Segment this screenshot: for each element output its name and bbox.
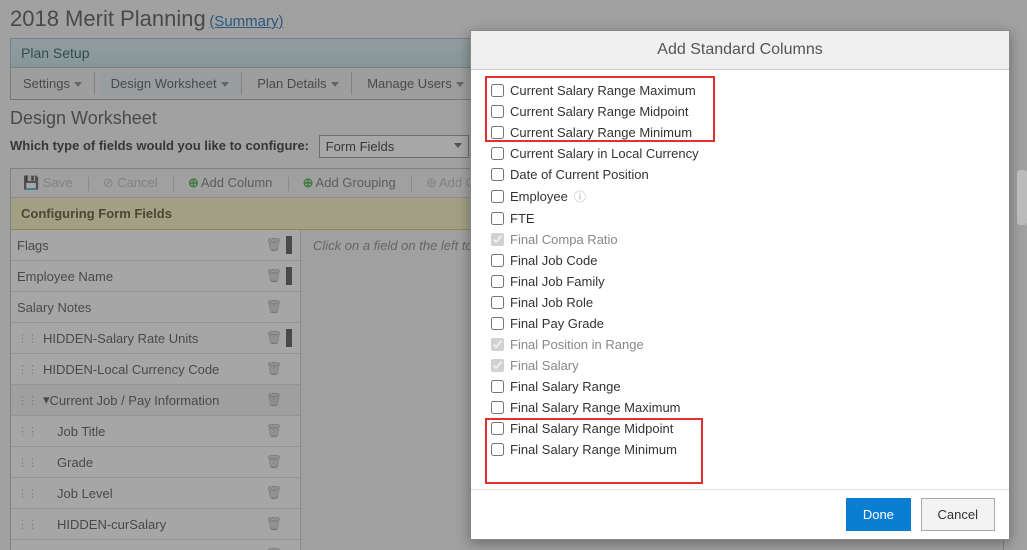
column-option[interactable]: Date of Current Position xyxy=(491,164,989,185)
column-label: Final Pay Grade xyxy=(510,316,604,331)
column-option[interactable]: Current Salary Range Midpoint xyxy=(491,101,989,122)
column-option[interactable]: Employee ⓘ xyxy=(491,185,989,208)
column-label: Final Salary xyxy=(510,358,579,373)
column-option[interactable]: Final Salary Range Minimum xyxy=(491,439,989,460)
column-checkbox[interactable] xyxy=(491,443,504,456)
column-checkbox[interactable] xyxy=(491,275,504,288)
column-checkbox[interactable] xyxy=(491,105,504,118)
column-label: FTE xyxy=(510,211,535,226)
column-checkbox[interactable] xyxy=(491,168,504,181)
dialog-title: Add Standard Columns xyxy=(471,31,1009,70)
done-button[interactable]: Done xyxy=(846,498,911,531)
column-checkbox[interactable] xyxy=(491,190,504,203)
column-option[interactable]: Final Position in Range xyxy=(491,334,989,355)
column-checkbox xyxy=(491,359,504,372)
column-option[interactable]: Current Salary Range Minimum xyxy=(491,122,989,143)
column-label: Final Job Family xyxy=(510,274,605,289)
columns-list: Current Salary Range Maximum Current Sala… xyxy=(491,80,989,460)
dialog-footer: Done Cancel xyxy=(471,489,1009,539)
cancel-dialog-button[interactable]: Cancel xyxy=(921,498,995,531)
column-checkbox[interactable] xyxy=(491,317,504,330)
column-label: Date of Current Position xyxy=(510,167,649,182)
column-option[interactable]: Final Salary Range Maximum xyxy=(491,397,989,418)
column-checkbox[interactable] xyxy=(491,296,504,309)
column-option[interactable]: Final Job Family xyxy=(491,271,989,292)
column-label: Final Salary Range Minimum xyxy=(510,442,677,457)
column-label: Final Job Code xyxy=(510,253,597,268)
column-checkbox[interactable] xyxy=(491,84,504,97)
column-label: Final Position in Range xyxy=(510,337,644,352)
column-checkbox[interactable] xyxy=(491,254,504,267)
column-option[interactable]: Final Salary xyxy=(491,355,989,376)
column-option[interactable]: Final Compa Ratio xyxy=(491,229,989,250)
column-checkbox xyxy=(491,338,504,351)
column-label: Employee xyxy=(510,189,568,204)
column-label: Current Salary in Local Currency xyxy=(510,146,699,161)
page-scrollbar-thumb[interactable] xyxy=(1017,170,1027,225)
column-checkbox[interactable] xyxy=(491,401,504,414)
column-checkbox[interactable] xyxy=(491,126,504,139)
column-option[interactable]: Current Salary Range Maximum xyxy=(491,80,989,101)
column-label: Current Salary Range Maximum xyxy=(510,83,696,98)
column-option[interactable]: FTE xyxy=(491,208,989,229)
column-option[interactable]: Final Salary Range Midpoint xyxy=(491,418,989,439)
column-label: Final Compa Ratio xyxy=(510,232,618,247)
column-label: Final Job Role xyxy=(510,295,593,310)
column-label: Final Salary Range xyxy=(510,379,621,394)
column-option[interactable]: Current Salary in Local Currency xyxy=(491,143,989,164)
column-option[interactable]: Final Pay Grade xyxy=(491,313,989,334)
column-label: Current Salary Range Minimum xyxy=(510,125,692,140)
column-label: Current Salary Range Midpoint xyxy=(510,104,688,119)
column-option[interactable]: Final Salary Range xyxy=(491,376,989,397)
column-option[interactable]: Final Job Code xyxy=(491,250,989,271)
column-label: Final Salary Range Maximum xyxy=(510,400,681,415)
column-option[interactable]: Final Job Role xyxy=(491,292,989,313)
help-icon[interactable]: ⓘ xyxy=(574,188,586,205)
column-label: Final Salary Range Midpoint xyxy=(510,421,673,436)
add-standard-columns-dialog: Add Standard Columns Current Salary Rang… xyxy=(470,30,1010,540)
column-checkbox[interactable] xyxy=(491,212,504,225)
column-checkbox[interactable] xyxy=(491,147,504,160)
column-checkbox[interactable] xyxy=(491,422,504,435)
column-checkbox[interactable] xyxy=(491,380,504,393)
column-checkbox xyxy=(491,233,504,246)
